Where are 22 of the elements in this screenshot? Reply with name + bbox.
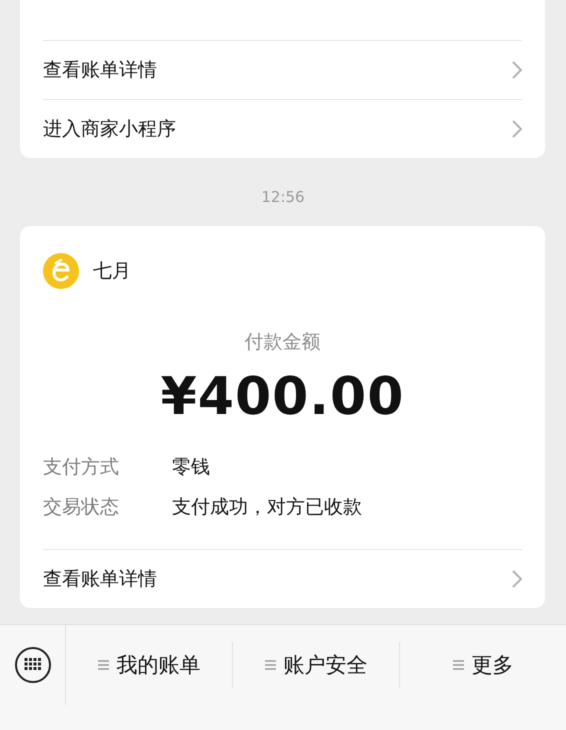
detail-value: 支付成功，对方已收款 xyxy=(172,495,362,520)
menu-icon xyxy=(264,659,276,671)
chevron-icon xyxy=(512,570,522,588)
menu-icon xyxy=(452,659,464,671)
timestamp: 12:56 xyxy=(260,187,306,208)
merchant-name: 七月 xyxy=(93,259,131,284)
payment-amount: ¥400.00 xyxy=(160,367,406,427)
merchant-logo-icon xyxy=(43,253,79,289)
detail-value: 零钱 xyxy=(172,455,210,480)
menu-item[interactable]: 我的账单 xyxy=(66,642,232,688)
menu-item[interactable]: 更多 xyxy=(399,642,566,688)
chevron-icon xyxy=(512,120,522,138)
amount-label: 付款金额 xyxy=(244,330,322,355)
detail-label: 支付方式 xyxy=(43,455,120,480)
link-row[interactable]: 查看账单详情 xyxy=(43,549,522,608)
keyboard-icon xyxy=(14,646,52,684)
chevron-icon xyxy=(512,61,522,79)
menu-icon xyxy=(98,659,108,671)
detail-label: 交易状态 xyxy=(43,495,120,520)
link-row[interactable]: 查看账单详情 xyxy=(43,40,522,99)
menu-item[interactable]: 账户安全 xyxy=(232,642,399,688)
link-row[interactable]: 进入商家小程序 xyxy=(43,99,522,158)
